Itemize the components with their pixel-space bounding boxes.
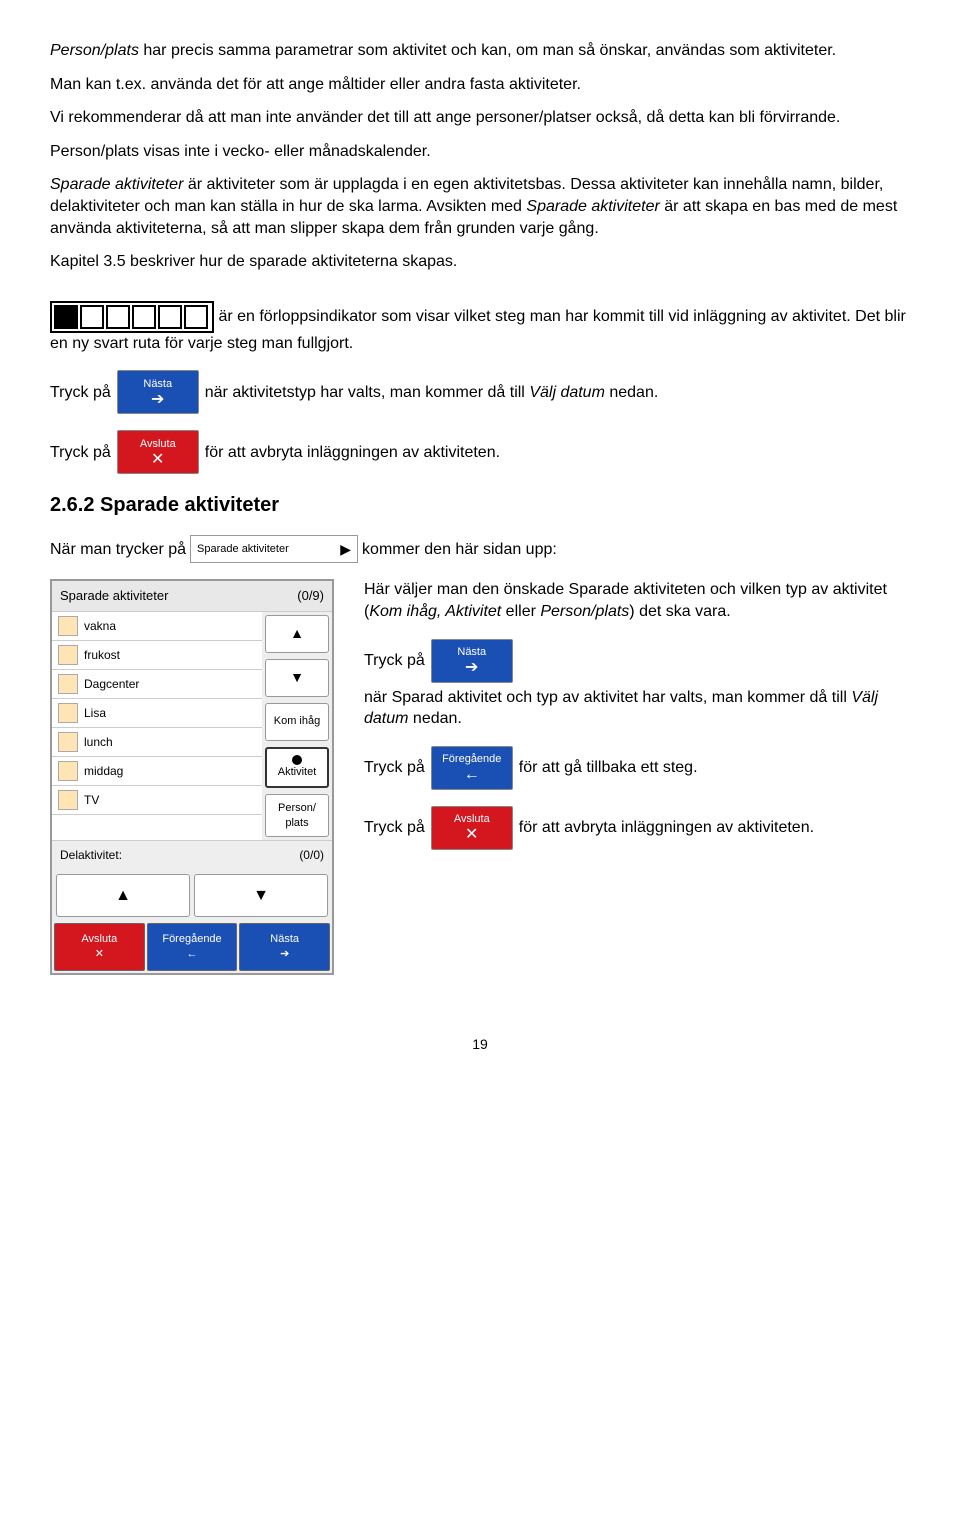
list-item[interactable]: vakna: [52, 612, 262, 641]
scroll-up-button[interactable]: ▲: [265, 615, 329, 653]
emph: Sparade aktiviteter: [526, 198, 659, 215]
activity-icon: [58, 645, 78, 665]
person-plats-button[interactable]: Person/ plats: [265, 794, 329, 838]
para-progress: är en förloppsindikator som visar vilket…: [50, 301, 910, 355]
activity-list: vakna frukost Dagcenter Lisa lunch midda…: [52, 612, 262, 841]
list-item[interactable]: Dagcenter: [52, 670, 262, 699]
delakt-arrows: ▲ ▼: [52, 870, 332, 922]
delaktivitet-header: Delaktivitet: (0/0): [52, 840, 332, 869]
panel-cancel-button[interactable]: Avsluta✕: [54, 923, 145, 971]
para-3: Vi rekommenderar då att man inte använde…: [50, 107, 910, 129]
delakt-down-button[interactable]: ▼: [194, 874, 328, 918]
kom-ihag-button[interactable]: Kom ihåg: [265, 703, 329, 741]
dot-icon: [292, 755, 302, 765]
right-p1: Här väljer man den önskade Sparade aktiv…: [364, 579, 910, 622]
panel-footer: Avsluta✕ Föregående← Nästa➔: [52, 921, 332, 973]
close-icon: ✕: [151, 452, 164, 468]
list-item[interactable]: middag: [52, 757, 262, 786]
panel-prev-button[interactable]: Föregående←: [147, 923, 238, 971]
close-icon: ✕: [95, 947, 104, 962]
sparade-aktiviteter-button[interactable]: Sparade aktiviteter▶: [190, 535, 358, 563]
heading-262: 2.6.2 Sparade aktiviteter: [50, 492, 910, 519]
arrow-right-icon: ➔: [465, 660, 478, 676]
play-icon: ▶: [340, 540, 351, 559]
right-column: Här väljer man den önskade Sparade aktiv…: [364, 579, 910, 865]
panel-next-button[interactable]: Nästa➔: [239, 923, 330, 971]
scroll-down-button[interactable]: ▼: [265, 659, 329, 697]
arrow-right-icon: ➔: [280, 947, 289, 962]
emph: Sparade aktiviteter: [50, 176, 183, 193]
arrow-right-icon: ➔: [151, 392, 164, 408]
list-item[interactable]: lunch: [52, 728, 262, 757]
list-item[interactable]: TV: [52, 786, 262, 815]
cancel-button[interactable]: Avsluta✕: [117, 430, 199, 474]
arrow-left-icon: ←: [187, 947, 198, 962]
row-sparade: När man trycker på Sparade aktiviteter▶ …: [50, 535, 910, 563]
cancel-button[interactable]: Avsluta✕: [431, 806, 513, 850]
activity-icon: [58, 732, 78, 752]
list-item[interactable]: frukost: [52, 641, 262, 670]
para-6: Kapitel 3.5 beskriver hur de sparade akt…: [50, 251, 910, 273]
arrow-left-icon: ←: [464, 767, 480, 783]
row-next: Tryck på Nästa➔ när aktivitetstyp har va…: [50, 370, 910, 414]
sparade-panel: Sparade aktiviteter (0/9) vakna frukost …: [50, 579, 334, 975]
list-item[interactable]: Lisa: [52, 699, 262, 728]
para-1: Person/plats har precis samma parametrar…: [50, 40, 910, 62]
right-row-next: Tryck på Nästa➔ när Sparad aktivitet och…: [364, 639, 910, 730]
progress-indicator-icon: [50, 301, 214, 333]
page-number: 19: [50, 1035, 910, 1054]
panel-header: Sparade aktiviteter (0/9): [52, 581, 332, 612]
next-button[interactable]: Nästa➔: [117, 370, 199, 414]
chevron-up-icon: ▲: [290, 624, 304, 643]
next-button[interactable]: Nästa➔: [431, 639, 513, 683]
para-4: Person/plats visas inte i vecko- eller m…: [50, 141, 910, 163]
emph: Person/plats: [50, 42, 139, 59]
aktivitet-button[interactable]: Aktivitet: [265, 747, 329, 788]
activity-icon: [58, 616, 78, 636]
close-icon: ✕: [465, 827, 478, 843]
activity-icon: [58, 790, 78, 810]
chevron-down-icon: ▼: [290, 668, 304, 687]
activity-icon: [58, 703, 78, 723]
activity-icon: [58, 674, 78, 694]
row-cancel: Tryck på Avsluta✕ för att avbryta inlägg…: [50, 430, 910, 474]
para-5: Sparade aktiviteter är aktiviteter som ä…: [50, 174, 910, 239]
activity-icon: [58, 761, 78, 781]
right-row-cancel: Tryck på Avsluta✕ för att avbryta inlägg…: [364, 806, 910, 850]
side-buttons: ▲ ▼ Kom ihåg Aktivitet Person/ plats: [262, 612, 332, 841]
prev-button[interactable]: Föregående←: [431, 746, 513, 790]
para-2: Man kan t.ex. använda det för att ange m…: [50, 74, 910, 96]
delakt-up-button[interactable]: ▲: [56, 874, 190, 918]
right-row-prev: Tryck på Föregående← för att gå tillbaka…: [364, 746, 910, 790]
